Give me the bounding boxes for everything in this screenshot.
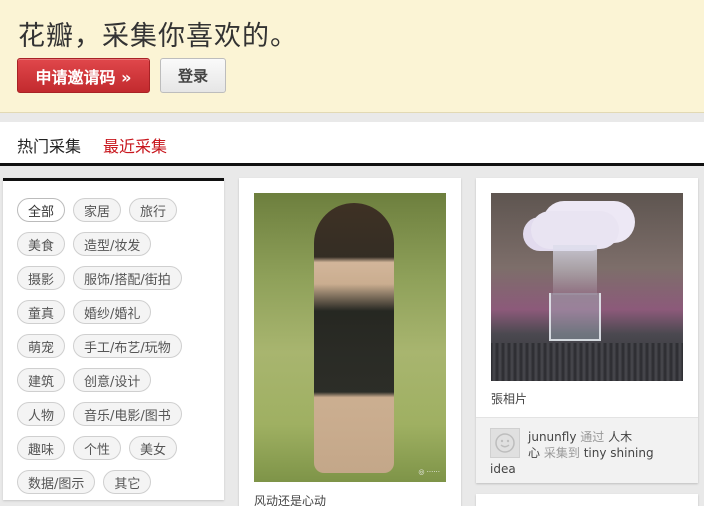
pin-caption: 張相片 xyxy=(491,392,528,406)
category-chip[interactable]: 创意/设计 xyxy=(73,368,152,392)
request-invite-button[interactable]: 申请邀请码 » xyxy=(17,58,150,93)
category-chip[interactable]: 家居 xyxy=(73,198,122,222)
category-chip[interactable]: 其它 xyxy=(103,470,152,494)
tab-recent[interactable]: 最近采集 xyxy=(103,133,167,157)
board-name-tail[interactable]: idea xyxy=(490,461,516,477)
pin-image[interactable] xyxy=(491,193,683,381)
photo-rain xyxy=(553,245,597,295)
category-chip[interactable]: 婚纱/婚礼 xyxy=(73,300,152,324)
via-username[interactable]: 人木 xyxy=(608,430,632,444)
slogan: 花瓣，采集你喜欢的。 xyxy=(18,21,298,52)
login-button[interactable]: 登录 xyxy=(160,58,226,93)
pin-attribution: jununfly 通过 人木 心 采集到 tiny shining idea xyxy=(476,417,698,483)
default-avatar-icon[interactable] xyxy=(490,428,520,458)
welcome-banner: 花瓣，采集你喜欢的。 申请邀请码 » 登录 xyxy=(0,0,704,113)
category-chip[interactable]: 美食 xyxy=(17,232,66,256)
category-chip[interactable]: 个性 xyxy=(73,436,122,460)
pin-caption: 风动还是心动 xyxy=(254,494,327,506)
category-chip[interactable]: 童真 xyxy=(17,300,66,324)
pin-card[interactable]: 張相片 jununfly 通过 人木 心 采集到 tiny shining id… xyxy=(476,178,698,483)
tab-popular[interactable]: 热门采集 xyxy=(17,133,81,157)
pinner-username[interactable]: jununfly xyxy=(528,430,576,444)
feed-tabs: 热门采集 最近采集 xyxy=(0,122,704,166)
category-chip[interactable]: 趣味 xyxy=(17,436,66,460)
category-chip[interactable]: 数据/图示 xyxy=(17,470,96,494)
category-list: 全部 家居 旅行 美食 造型/妆发 摄影 服饰/搭配/街拍 童真 婚纱/婚礼 萌… xyxy=(17,198,217,504)
category-chip[interactable]: 旅行 xyxy=(129,198,178,222)
via-label: 通过 xyxy=(580,430,605,444)
photo-cloud xyxy=(531,211,619,249)
category-chip[interactable]: 建筑 xyxy=(17,368,66,392)
collected-to-label: 采集到 xyxy=(543,446,580,460)
photo-woman-dress xyxy=(314,203,394,473)
pin-card[interactable] xyxy=(476,494,698,506)
category-chip[interactable]: 萌宠 xyxy=(17,334,66,358)
category-chip[interactable]: 摄影 xyxy=(17,266,66,290)
pin-image[interactable]: ◎ ······ xyxy=(254,193,446,482)
category-chip[interactable]: 服饰/搭配/街拍 xyxy=(73,266,182,290)
category-chip[interactable]: 人物 xyxy=(17,402,66,426)
board-name[interactable]: tiny shining xyxy=(584,446,654,460)
pin-meta: jununfly 通过 人木 心 采集到 tiny shining idea xyxy=(490,429,693,476)
pin-card[interactable]: ◎ ······ 风动还是心动 xyxy=(239,178,461,506)
smiley-icon xyxy=(495,433,515,453)
category-sidebar: 全部 家居 旅行 美食 造型/妆发 摄影 服饰/搭配/街拍 童真 婚纱/婚礼 萌… xyxy=(3,178,224,500)
category-chip-all[interactable]: 全部 xyxy=(17,198,66,222)
category-chip[interactable]: 手工/布艺/玩物 xyxy=(73,334,182,358)
photo-glass xyxy=(549,293,601,341)
category-chip[interactable]: 造型/妆发 xyxy=(73,232,152,256)
photo-table xyxy=(491,343,683,381)
category-chip[interactable]: 美女 xyxy=(129,436,178,460)
category-chip[interactable]: 音乐/电影/图书 xyxy=(73,402,182,426)
via-username-tail[interactable]: 心 xyxy=(528,446,540,460)
image-watermark: ◎ ······ xyxy=(418,468,440,476)
